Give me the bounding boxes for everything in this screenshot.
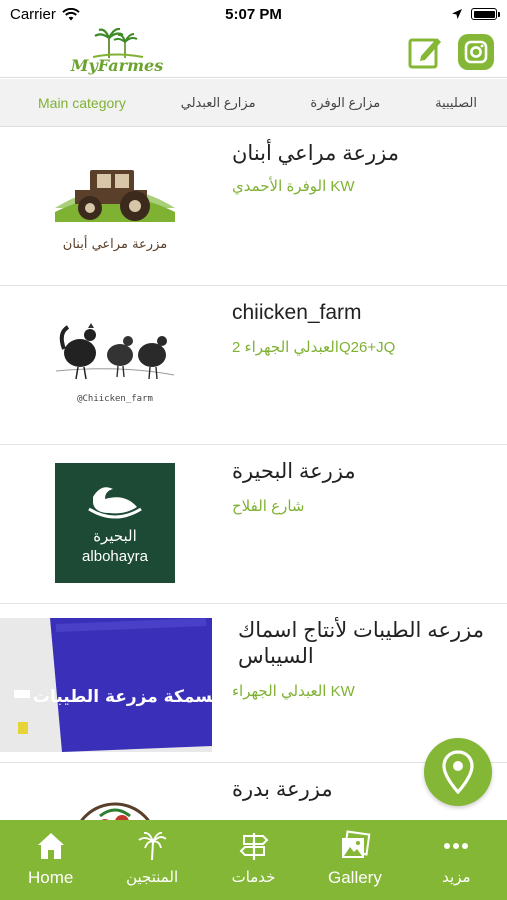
fish-farm-sign-icon: مسمكة مزرعة الطيبات: [0, 618, 212, 752]
thumb-caption: @Chiicken_farm: [77, 394, 153, 404]
farm-title: مزرعة البحيرة: [232, 460, 356, 483]
home-icon: [37, 833, 64, 859]
badra-logo-icon: [80, 802, 150, 820]
farm-thumbnail: مزرعة مراعي أبنان: [20, 141, 210, 269]
instagram-icon: [464, 40, 488, 64]
farm-list: مزرعة مراعي أبنان مزرعة مراعي أبنان الوف…: [0, 127, 507, 820]
tab-gallery[interactable]: Gallery: [304, 820, 405, 900]
tab-home-label: Home: [28, 868, 74, 887]
chicken-icon: @Chiicken_farm: [55, 323, 175, 404]
edit-button[interactable]: [407, 34, 443, 70]
status-right: [451, 8, 500, 20]
farm-thumbnail: مسمكة مزرعة الطيبات: [0, 618, 212, 752]
farm-location: العبدلي الجهراء 2Q26+JQ: [232, 339, 396, 356]
farm-row[interactable]: البحيرة albohayra مزرعة البحيرة شارع الف…: [0, 445, 507, 604]
farm-title: chiicken_farm: [232, 301, 362, 324]
signpost-icon: [239, 833, 268, 860]
app-header: MyFarmes: [0, 28, 507, 78]
battery-icon: [471, 8, 500, 20]
farm-row[interactable]: مزرعة مراعي أبنان مزرعة مراعي أبنان الوف…: [0, 127, 507, 286]
tab-producers[interactable]: المنتجين: [101, 820, 202, 900]
tab-services[interactable]: خدمات: [203, 820, 304, 900]
map-pin-icon: [442, 750, 474, 794]
farm-thumbnail: [20, 777, 210, 820]
tab-services-label: خدمات: [231, 869, 276, 886]
farm-thumbnail: البحيرة albohayra: [20, 459, 210, 587]
category-abdali[interactable]: مزارع العبدلي: [181, 95, 256, 111]
tab-gallery-label: Gallery: [327, 868, 382, 887]
tab-more[interactable]: مزيد: [406, 820, 507, 900]
farm-title: مزرعه الطيبات لأنتاج اسماك السيباس: [238, 619, 484, 668]
tab-producers-label: المنتجين: [126, 869, 179, 886]
farm-location: الوفرة الأحمدي KW: [232, 178, 355, 195]
bottom-tab-bar: Home المنتجين خدمات Gallery مزيد: [0, 820, 507, 900]
tractor-icon: مزرعة مراعي أبنان: [55, 170, 175, 252]
palm-logo-icon: [92, 28, 144, 58]
palm-tree-icon: [138, 832, 167, 861]
farm-location: العبدلي الجهراء KW: [232, 683, 355, 700]
category-bar: Main category مزارع العبدلي مزارع الوفرة…: [0, 79, 507, 127]
tab-home[interactable]: Home: [0, 820, 101, 900]
category-sulaibiya[interactable]: الصليبية: [435, 95, 477, 111]
farm-location: شارع الفلاح: [232, 498, 305, 515]
instagram-button[interactable]: [458, 34, 494, 70]
category-wafra[interactable]: مزارع الوفرة: [310, 95, 380, 111]
farm-title: مزرعة مراعي أبنان: [232, 142, 399, 165]
tab-more-label: مزيد: [442, 869, 471, 886]
wifi-icon: [62, 7, 80, 20]
farm-row[interactable]: @Chiicken_farm chiicken_farm العبدلي الج…: [0, 286, 507, 445]
thumb-caption: مسمكة مزرعة الطيبات: [33, 687, 212, 707]
farm-row[interactable]: مسمكة مزرعة الطيبات مزرعه الطيبات لأنتاج…: [0, 604, 507, 763]
edit-icon: [408, 38, 441, 69]
more-icon: [444, 843, 469, 849]
status-left: Carrier: [10, 6, 80, 23]
carrier-label: Carrier: [10, 5, 56, 23]
gallery-icon: [341, 830, 371, 858]
map-location-button[interactable]: [424, 738, 492, 806]
logo-text: MyFarmes: [70, 56, 164, 75]
status-bar: Carrier 5:07 PM: [0, 0, 507, 28]
swan-logo-icon: البحيرة albohayra: [55, 463, 175, 583]
thumb-caption-en: albohayra: [82, 548, 149, 565]
location-arrow-icon: [452, 9, 462, 19]
thumb-caption: البحيرة: [93, 527, 137, 545]
farm-thumbnail: @Chiicken_farm: [20, 300, 210, 428]
app-logo[interactable]: MyFarmes: [70, 28, 164, 76]
category-main[interactable]: Main category: [38, 95, 126, 111]
thumb-caption: مزرعة مراعي أبنان: [63, 235, 167, 252]
